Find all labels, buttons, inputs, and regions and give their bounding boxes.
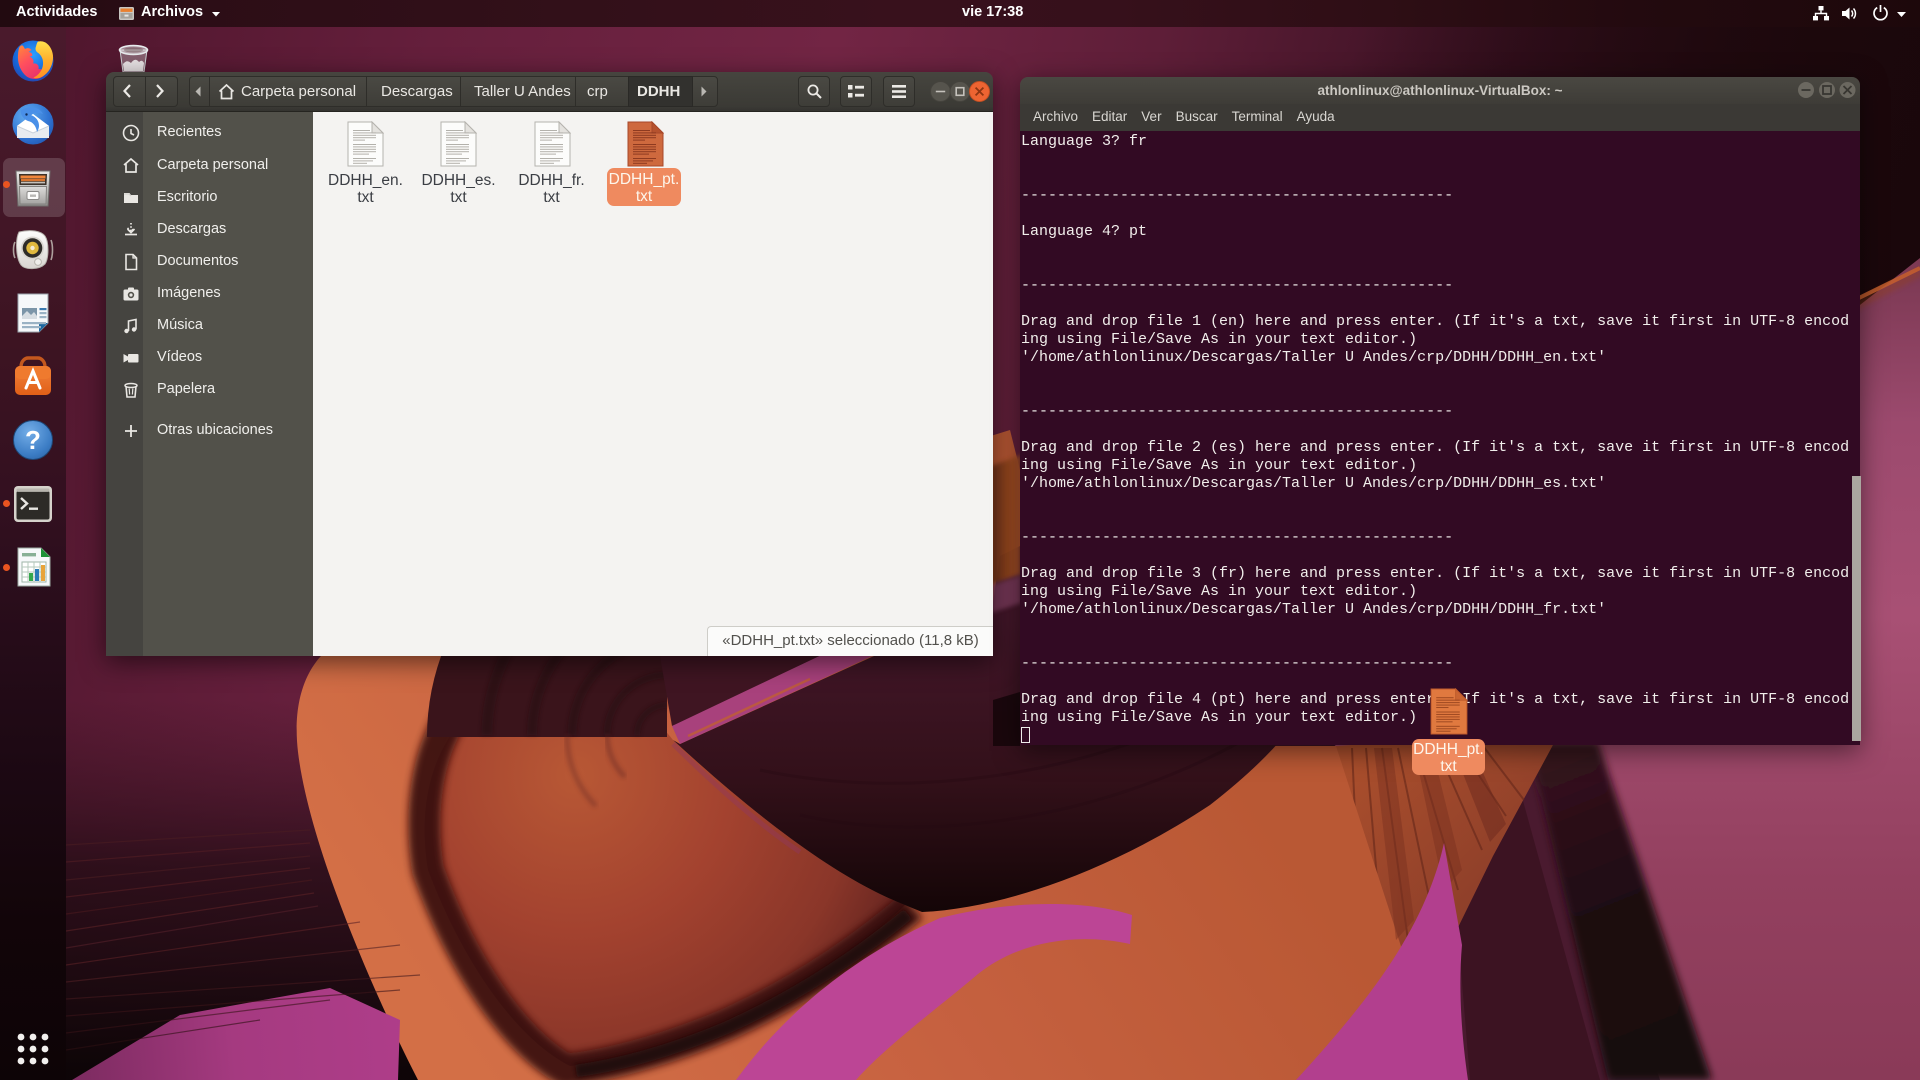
svg-text:?: ? <box>25 425 41 455</box>
